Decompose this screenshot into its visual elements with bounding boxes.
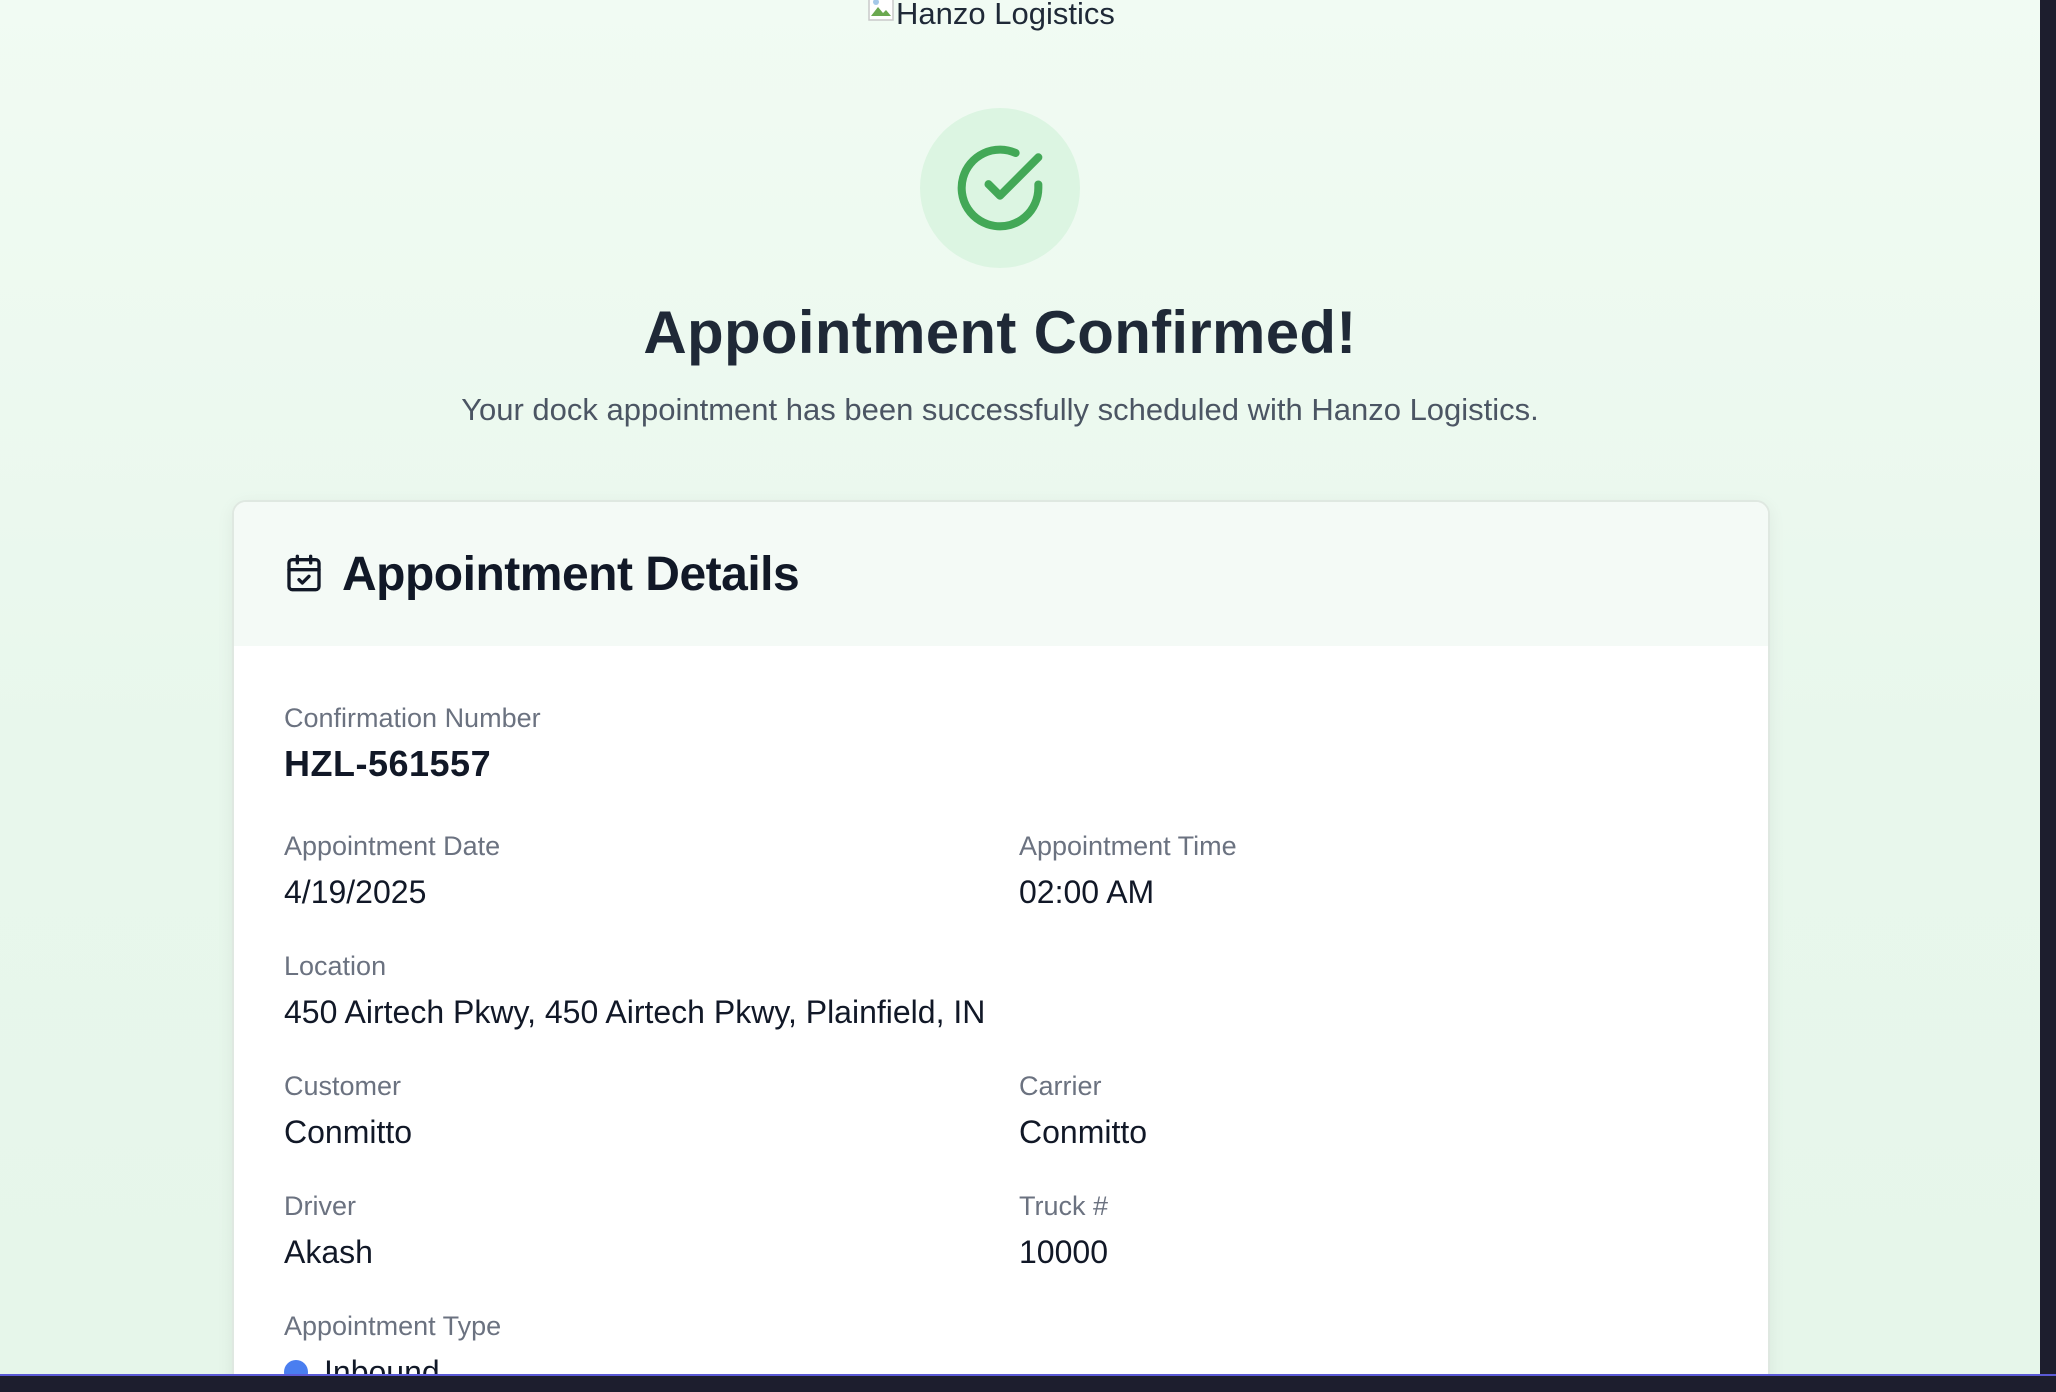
card-title: Appointment Details	[342, 547, 800, 601]
location-field: Location 450 Airtech Pkwy, 450 Airtech P…	[284, 950, 985, 1032]
truck-value: 10000	[1019, 1234, 1108, 1270]
appointment-date-value: 4/19/2025	[284, 874, 427, 910]
carrier-field: Carrier Conmitto	[1019, 1070, 1147, 1152]
window-edge-right	[2040, 0, 2056, 1392]
truck-field: Truck # 10000	[1019, 1190, 1108, 1272]
carrier-value: Conmitto	[1019, 1114, 1148, 1150]
appointment-time-value: 02:00 AM	[1019, 874, 1155, 910]
appointment-type-text: Inbound	[324, 1354, 440, 1374]
appointment-details-card: Appointment Details Confirmation Number …	[232, 500, 1770, 1374]
page-subtitle: Your dock appointment has been successfu…	[461, 392, 1539, 427]
success-badge	[920, 108, 1080, 268]
appointment-time-field: Appointment Time 02:00 AM	[1019, 830, 1237, 912]
appointment-type-field: Appointment Type Inbound	[284, 1310, 501, 1374]
confirmation-number-value: HZL-561557	[284, 743, 492, 784]
location-value: 450 Airtech Pkwy, 450 Airtech Pkwy, Plai…	[284, 994, 986, 1030]
driver-label: Driver	[284, 1191, 356, 1221]
customer-label: Customer	[284, 1071, 402, 1101]
driver-field: Driver Akash	[284, 1190, 373, 1272]
customer-field: Customer Conmitto	[284, 1070, 412, 1152]
page-title: Appointment Confirmed!	[643, 299, 1357, 366]
brand-logo: Hanzo Logistics	[868, 0, 1115, 34]
appointment-date-field: Appointment Date 4/19/2025	[284, 830, 500, 912]
customer-value: Conmitto	[284, 1114, 413, 1150]
driver-value: Akash	[284, 1234, 373, 1270]
carrier-label: Carrier	[1019, 1071, 1102, 1101]
appointment-type-value: Inbound	[284, 1352, 501, 1374]
confirmation-number-label: Confirmation Number	[284, 703, 541, 733]
inbound-status-dot	[284, 1360, 308, 1374]
confirmation-page: Hanzo Logistics Appointment Confirmed! Y…	[0, 0, 2040, 1374]
truck-label: Truck #	[1019, 1191, 1109, 1221]
broken-image-icon	[868, 0, 894, 21]
calendar-check-icon	[287, 554, 321, 592]
card-header: Appointment Details	[234, 502, 1768, 646]
appointment-date-label: Appointment Date	[284, 831, 501, 861]
appointment-time-label: Appointment Time	[1019, 831, 1237, 861]
location-label: Location	[284, 951, 387, 981]
brand-logo-alt-text: Hanzo Logistics	[896, 0, 1115, 31]
window-edge-bottom	[0, 1374, 2056, 1392]
appointment-type-label: Appointment Type	[284, 1311, 502, 1341]
confirmation-number-field: Confirmation Number HZL-561557	[284, 702, 541, 784]
check-circle-icon	[957, 145, 1043, 231]
